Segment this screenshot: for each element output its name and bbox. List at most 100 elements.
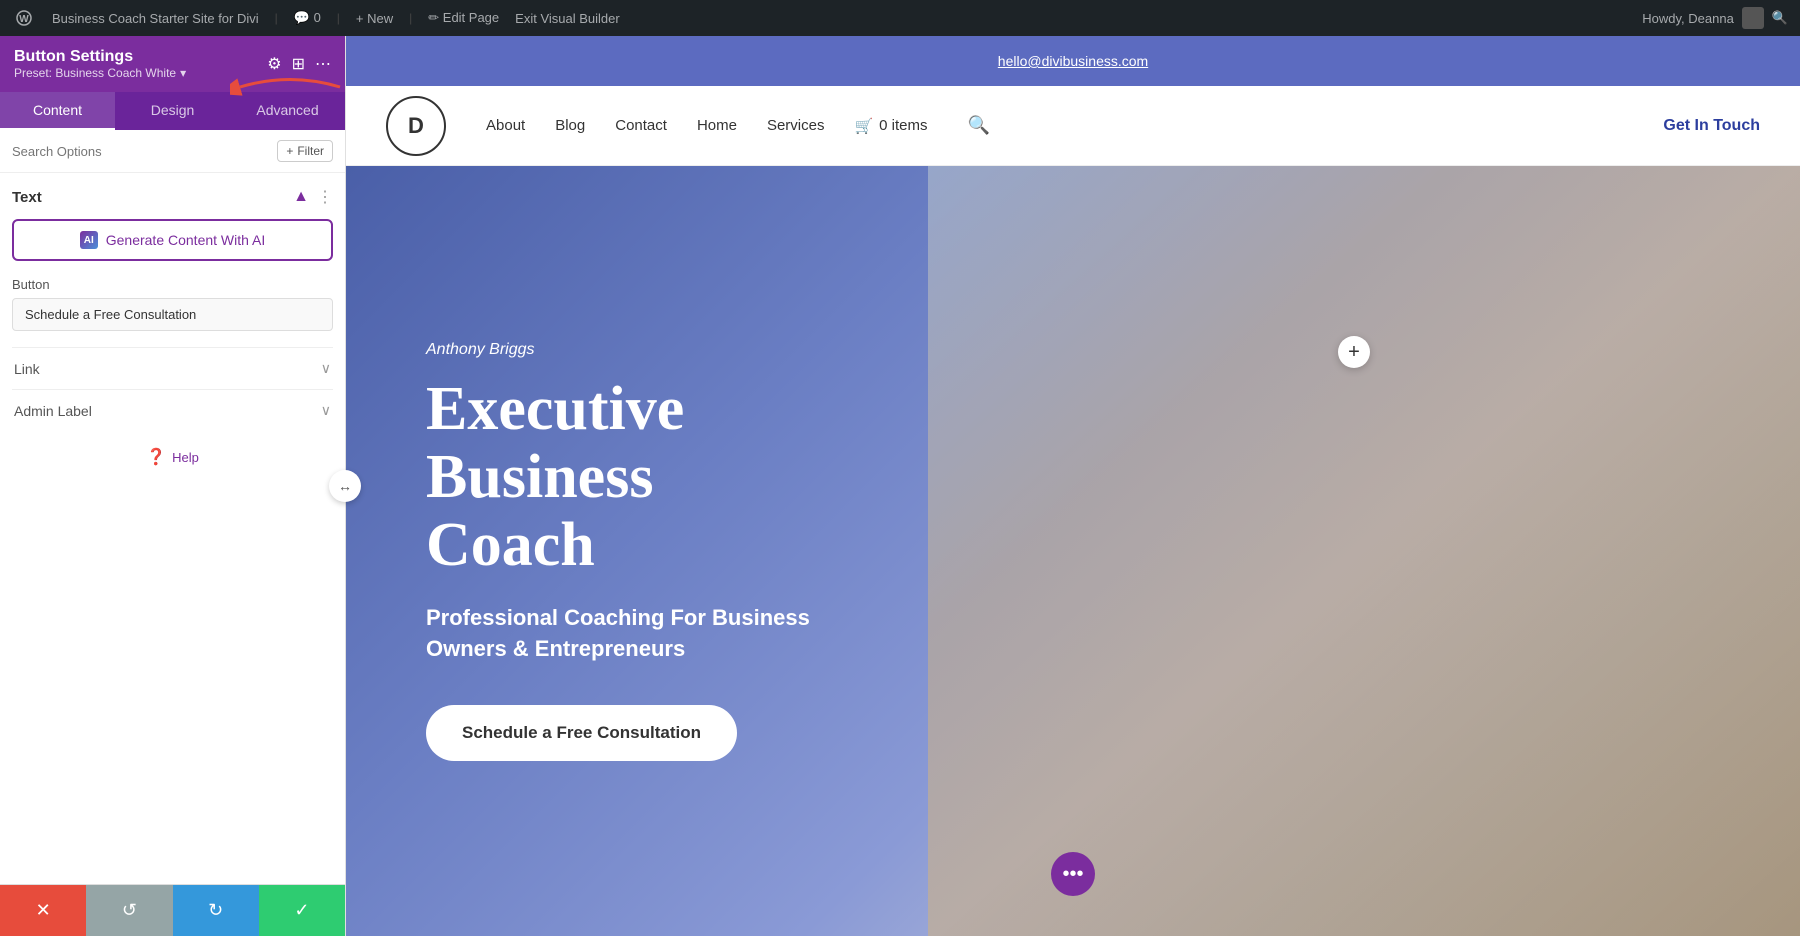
undo-icon: ↺ bbox=[122, 900, 137, 921]
section-more-icon[interactable]: ⋮ bbox=[317, 187, 333, 207]
avatar bbox=[1742, 7, 1764, 29]
nav-item-blog[interactable]: Blog bbox=[555, 117, 585, 134]
cart-indicator[interactable]: 🛒 0 items bbox=[854, 117, 927, 135]
section-controls: ▲ ⋮ bbox=[293, 187, 333, 207]
search-bar: + Filter bbox=[0, 130, 345, 173]
button-field-group: Button bbox=[12, 277, 333, 347]
new-button[interactable]: + New bbox=[356, 11, 393, 26]
tab-content[interactable]: Content bbox=[0, 92, 115, 130]
search-icon-bar[interactable]: 🔍 bbox=[1772, 10, 1788, 26]
sidebar-tabs: Content Design Advanced bbox=[0, 92, 345, 130]
ai-icon: AI bbox=[80, 231, 98, 249]
link-section-label: Link bbox=[14, 361, 40, 377]
ai-icon-label: AI bbox=[84, 235, 94, 246]
generate-ai-label: Generate Content With AI bbox=[106, 232, 266, 248]
generate-ai-button[interactable]: AI Generate Content With AI bbox=[12, 219, 333, 261]
settings-sidebar: Button Settings Preset: Business Coach W… bbox=[0, 36, 346, 936]
nav-search-icon[interactable]: 🔍 bbox=[968, 115, 990, 136]
admin-label-text: Admin Label bbox=[14, 403, 92, 419]
filter-label: Filter bbox=[297, 144, 324, 158]
comment-count[interactable]: 💬 0 bbox=[294, 10, 321, 26]
close-icon: ✕ bbox=[36, 900, 51, 921]
button-text-input[interactable] bbox=[12, 298, 333, 331]
close-button[interactable]: ✕ bbox=[0, 885, 86, 936]
hero-content: Anthony Briggs Executive Business Coach … bbox=[346, 281, 946, 821]
save-icon: ✓ bbox=[294, 900, 309, 921]
save-button[interactable]: ✓ bbox=[259, 885, 345, 936]
separator-3: | bbox=[409, 11, 412, 25]
hero-image-overlay bbox=[928, 166, 1800, 936]
howdy-text: Howdy, Deanna bbox=[1642, 11, 1734, 26]
hero-subtitle: Professional Coaching For Business Owner… bbox=[426, 603, 866, 665]
cart-icon: 🛒 bbox=[854, 117, 873, 135]
link-section: Link ∨ bbox=[12, 347, 333, 389]
logo-letter: D bbox=[408, 113, 424, 139]
title-group: Button Settings Preset: Business Coach W… bbox=[14, 48, 186, 80]
text-section-header: Text ▲ ⋮ bbox=[12, 187, 333, 207]
nav-item-services[interactable]: Services bbox=[767, 117, 825, 134]
dots-icon: ••• bbox=[1062, 863, 1083, 886]
admin-bar: W Business Coach Starter Site for Divi |… bbox=[0, 0, 1800, 36]
user-howdy: Howdy, Deanna 🔍 bbox=[1642, 7, 1788, 29]
add-icon: + bbox=[1348, 341, 1360, 364]
sidebar-resize-handle[interactable]: ↔ bbox=[329, 470, 361, 502]
link-chevron-icon: ∨ bbox=[321, 360, 331, 377]
header-icons: ⚙ ⊞ ⋯ bbox=[267, 54, 331, 74]
search-input[interactable] bbox=[12, 144, 269, 159]
separator-1: | bbox=[275, 11, 278, 25]
add-element-button[interactable]: + bbox=[1338, 336, 1370, 368]
tab-design[interactable]: Design bbox=[115, 92, 230, 130]
admin-chevron-icon: ∨ bbox=[321, 402, 331, 419]
link-section-header[interactable]: Link ∨ bbox=[12, 360, 333, 377]
nav-links: About Blog Contact Home Services 🛒 0 ite… bbox=[486, 115, 990, 136]
sidebar-header: Button Settings Preset: Business Coach W… bbox=[0, 36, 345, 92]
preset-info[interactable]: Preset: Business Coach White ▾ bbox=[14, 66, 186, 80]
cart-items-count: 0 items bbox=[879, 117, 927, 134]
site-name[interactable]: Business Coach Starter Site for Divi bbox=[52, 11, 259, 26]
wp-logo-icon[interactable]: W bbox=[12, 6, 36, 30]
help-icon: ❓ bbox=[146, 447, 166, 467]
email-link[interactable]: hello@divibusiness.com bbox=[998, 53, 1148, 69]
hero-background-image bbox=[928, 166, 1800, 936]
section-collapse-toggle[interactable]: ▲ bbox=[293, 188, 309, 206]
more-options-icon[interactable]: ⋯ bbox=[315, 54, 331, 74]
preset-label-text: Preset: Business Coach White bbox=[14, 66, 176, 80]
settings-icon[interactable]: ⚙ bbox=[267, 54, 281, 74]
settings-panel-title: Button Settings bbox=[14, 48, 186, 66]
admin-label-section: Admin Label ∨ bbox=[12, 389, 333, 431]
redo-button[interactable]: ↻ bbox=[173, 885, 259, 936]
help-section[interactable]: ❓ Help bbox=[12, 431, 333, 483]
svg-text:W: W bbox=[19, 14, 29, 25]
hero-title-line2: Coach bbox=[426, 511, 595, 579]
sidebar-content: Text ▲ ⋮ AI Generate Content With AI But… bbox=[0, 173, 345, 884]
help-label: Help bbox=[172, 450, 199, 465]
tab-advanced[interactable]: Advanced bbox=[230, 92, 345, 130]
preset-arrow-icon: ▾ bbox=[180, 66, 186, 80]
columns-icon[interactable]: ⊞ bbox=[292, 54, 305, 74]
exit-visual-builder-button[interactable]: Exit Visual Builder bbox=[515, 11, 620, 26]
button-field-label: Button bbox=[12, 277, 333, 292]
sidebar-bottom-bar: ✕ ↺ ↻ ✓ bbox=[0, 884, 345, 936]
filter-icon: + bbox=[286, 144, 293, 158]
edit-page-button[interactable]: ✏ Edit Page bbox=[428, 10, 499, 26]
filter-button[interactable]: + Filter bbox=[277, 140, 333, 162]
hero-author: Anthony Briggs bbox=[426, 341, 866, 359]
email-bar: hello@divibusiness.com bbox=[346, 36, 1800, 86]
nav-item-home[interactable]: Home bbox=[697, 117, 737, 134]
admin-label-section-header[interactable]: Admin Label ∨ bbox=[12, 402, 333, 419]
undo-button[interactable]: ↺ bbox=[86, 885, 172, 936]
nav-item-contact[interactable]: Contact bbox=[615, 117, 667, 134]
get-in-touch-button[interactable]: Get In Touch bbox=[1663, 117, 1760, 135]
site-logo: D bbox=[386, 96, 446, 156]
nav-item-about[interactable]: About bbox=[486, 117, 525, 134]
main-layout: Button Settings Preset: Business Coach W… bbox=[0, 36, 1800, 936]
section-options-button[interactable]: ••• bbox=[1051, 852, 1095, 896]
text-section-title: Text bbox=[12, 189, 42, 206]
separator-2: | bbox=[337, 11, 340, 25]
redo-icon: ↻ bbox=[208, 900, 223, 921]
hero-title: Executive Business Coach bbox=[426, 375, 866, 580]
site-navigation: D About Blog Contact Home Services 🛒 0 i… bbox=[346, 86, 1800, 166]
hero-cta-button[interactable]: Schedule a Free Consultation bbox=[426, 705, 737, 761]
hero-section: Anthony Briggs Executive Business Coach … bbox=[346, 166, 1800, 936]
hero-title-line1: Executive Business bbox=[426, 375, 684, 511]
